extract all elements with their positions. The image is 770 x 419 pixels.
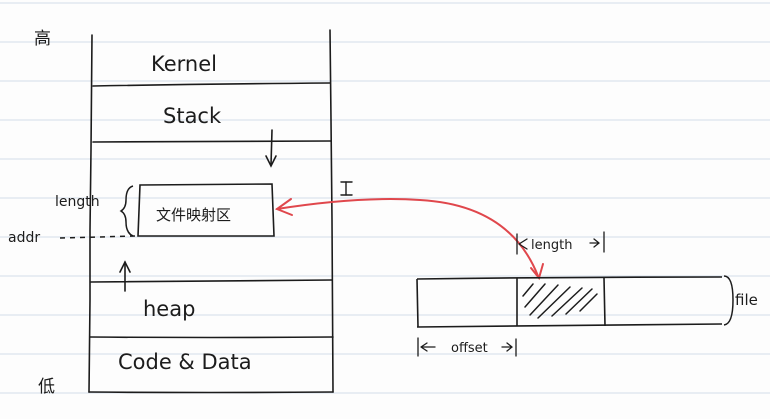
- heap-bottom-divider: [89, 336, 334, 339]
- high-address-label: 高: [34, 29, 51, 49]
- heap-region-label: heap: [143, 297, 195, 321]
- file-label: file: [735, 291, 758, 309]
- offset-label: offset: [451, 341, 488, 356]
- code-data-region-label: Code & Data: [118, 350, 252, 374]
- kernel-region-label: Kernel: [151, 52, 217, 76]
- mmap-region-label: 文件映射区: [156, 206, 231, 224]
- kernel-bottom-divider: [92, 82, 331, 87]
- arrow-down-icon: [265, 129, 277, 168]
- heap-top-divider: [90, 279, 333, 283]
- file-end-bracket: [723, 275, 734, 326]
- memory-left-edge: [88, 34, 93, 393]
- memory-bottom-edge: [88, 391, 334, 394]
- ruled-lines: [0, 2, 770, 394]
- text-cursor-icon: [340, 181, 353, 196]
- file-bar: [416, 276, 723, 328]
- diagram-canvas: 高 低 Kernel Stack heap Code & Data 文件映射区 …: [0, 2, 770, 397]
- mapped-segment-hatching: [522, 283, 598, 319]
- mapped-segment-right-edge: [603, 277, 606, 327]
- addr-label: addr: [8, 230, 40, 246]
- stack-region-label: Stack: [163, 104, 222, 128]
- stack-bottom-divider: [92, 140, 332, 143]
- whiteboard: 高 低 Kernel Stack heap Code & Data 文件映射区 …: [0, 0, 770, 419]
- length-file-label: length: [531, 238, 572, 253]
- length-left-label: length: [55, 194, 100, 210]
- length-brace: [119, 185, 134, 237]
- low-address-label: 低: [38, 377, 55, 397]
- mapping-arrow: [274, 198, 544, 281]
